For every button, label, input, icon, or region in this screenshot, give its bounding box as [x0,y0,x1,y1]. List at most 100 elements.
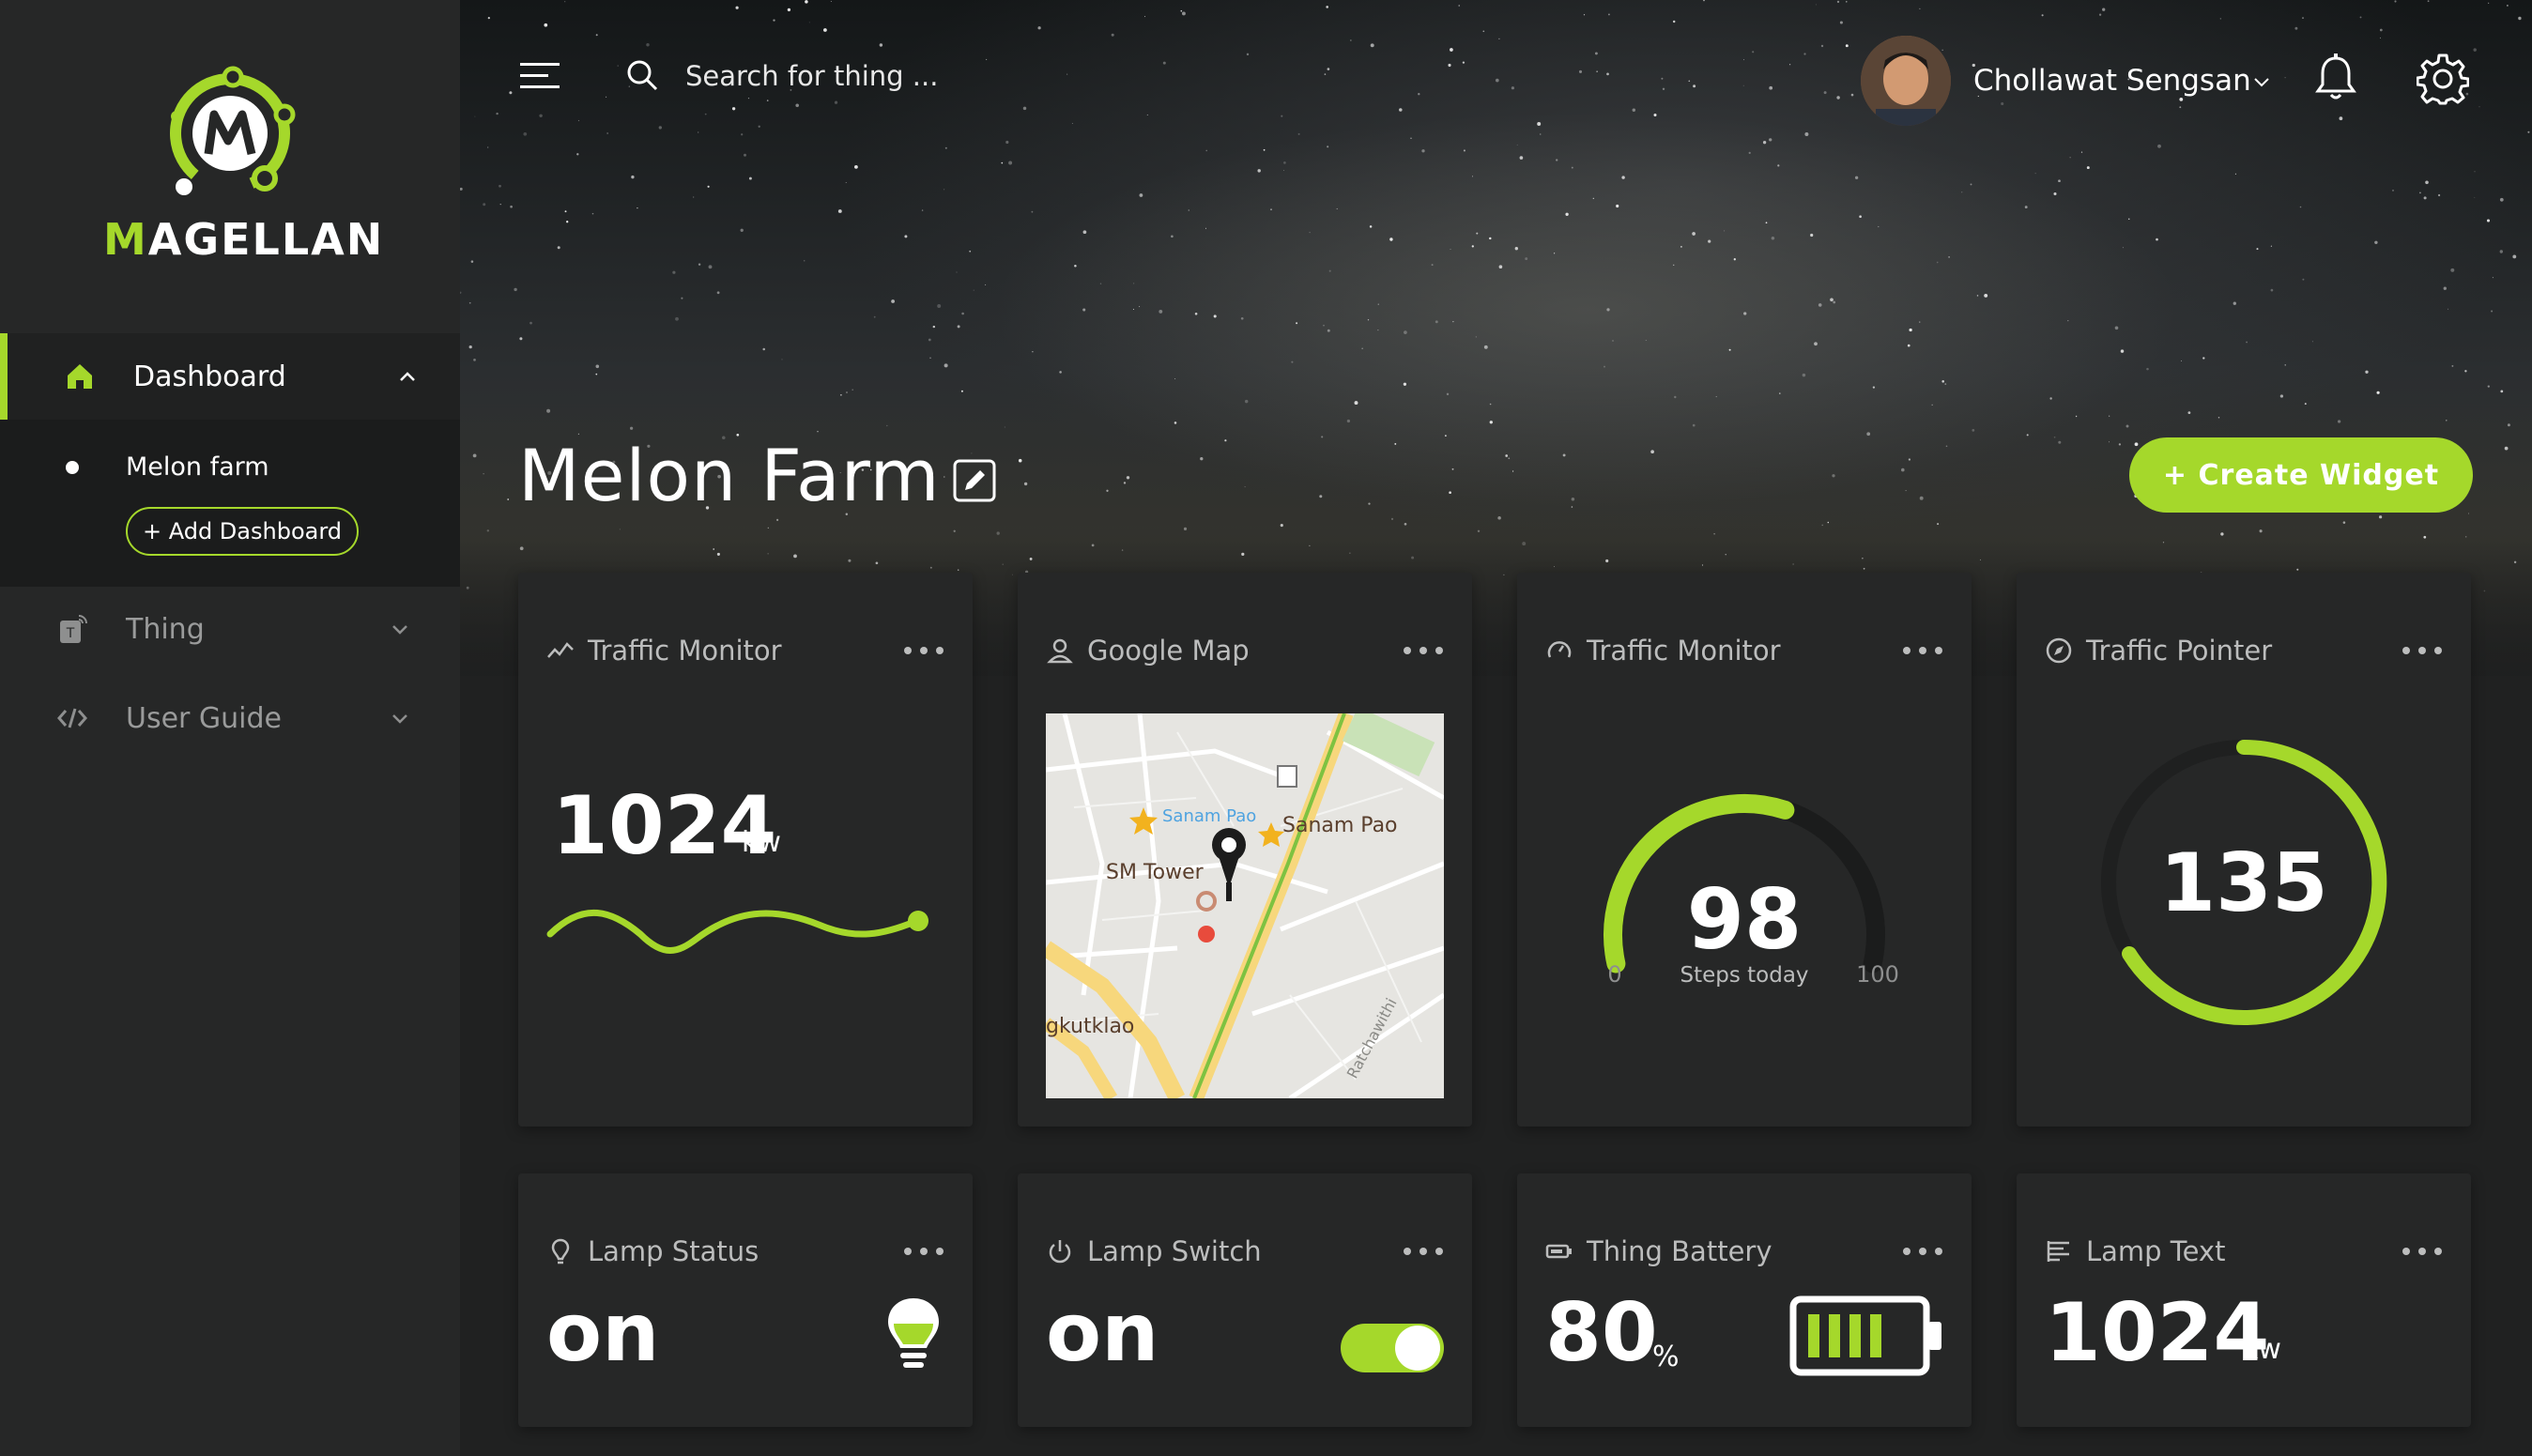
user-name[interactable]: Chollawat Sengsan [1973,64,2251,98]
sidebar-item-user-guide[interactable]: User Guide [0,676,460,760]
more-options-icon[interactable] [903,646,944,655]
bell-icon[interactable] [2313,53,2358,103]
ring-gauge: 135 [2101,739,2387,1025]
hamburger-menu-icon[interactable] [520,60,560,92]
main-content: Chollawat Sengsan Melon Farm + Create Wi… [460,0,2532,1456]
widget-lamp-switch[interactable]: Lamp Switch on [1018,1173,1472,1427]
card-title: Lamp Switch [1087,1235,1262,1267]
star [1018,458,1022,463]
star [1082,230,1087,235]
edit-icon[interactable] [952,458,997,503]
magellan-logo-icon [170,66,296,195]
star [675,316,679,321]
star [2491,310,2494,313]
star [2256,248,2259,251]
star [985,284,987,285]
active-dot [66,461,79,474]
more-options-icon[interactable] [1902,1247,1943,1256]
star [960,390,963,392]
bulb-pin-icon [551,1238,570,1264]
star [1200,457,1204,461]
star [595,364,600,369]
star [1476,232,1479,235]
search-icon[interactable] [625,58,659,92]
more-options-icon[interactable] [1403,646,1444,655]
star [1680,246,1682,248]
star [1431,264,1434,267]
star [2270,245,2272,247]
star [846,391,848,393]
star [2299,206,2302,208]
more-options-icon[interactable] [2402,1247,2443,1256]
star [1743,312,1747,315]
star [470,260,474,263]
star [2425,180,2429,185]
gauge-value: 98 [1687,871,1802,968]
star [1475,336,1477,338]
widget-traffic-pointer[interactable]: Traffic Pointer 135 [2017,573,2471,1126]
widget-unit: kw [742,826,781,859]
star [1059,371,1062,374]
chevron-up-icon[interactable] [395,364,420,389]
star [1645,340,1647,342]
widget-traffic-monitor-sparkline[interactable]: Traffic Monitor 1024 kw [518,573,973,1126]
star [2114,326,2119,330]
star [2492,277,2494,279]
star [1082,308,1086,312]
more-options-icon[interactable] [1902,646,1943,655]
card-header: Traffic Pointer [2045,635,2272,667]
widget-lamp-text[interactable]: Lamp Text 1024 kw [2017,1173,2471,1427]
more-options-icon[interactable] [2402,646,2443,655]
map-view[interactable]: Sanam Pao Sanam Pao SM Tower gkutklao Ra… [1046,713,1444,1098]
star [1377,303,1379,305]
search-input[interactable] [685,54,1080,98]
chevron-down-icon[interactable] [388,617,412,641]
widget-google-map[interactable]: Google Map Sanam Pao Sanam Pao SM Tower … [1018,573,1472,1126]
chevron-down-icon[interactable] [388,706,412,730]
widget-lamp-status[interactable]: Lamp Status on [518,1173,973,1427]
star [557,246,560,250]
star [1944,383,1947,385]
star [1972,429,1975,432]
add-dashboard-button[interactable]: + Add Dashboard [126,507,359,556]
widget-thing-battery[interactable]: Thing Battery 80 % [1517,1173,1972,1427]
chevron-down-icon[interactable] [2251,71,2272,92]
star [891,299,896,303]
star [1435,320,1438,324]
star [1866,432,1871,437]
star [969,250,972,253]
star [1621,176,1625,179]
star [1489,237,1492,240]
more-options-icon[interactable] [1403,1247,1444,1256]
star [2507,423,2510,427]
create-widget-button[interactable]: + Create Widget [2129,437,2473,513]
star [1174,377,1176,380]
star [1905,490,1907,492]
star [1715,396,1717,398]
star [2187,411,2191,415]
star [2376,391,2380,394]
star [1606,308,1610,312]
sidebar-subitem-melon-farm[interactable]: Melon farm [126,452,269,482]
star [2058,179,2061,183]
star [468,345,472,349]
brand-name: MAGELLAN [103,214,385,265]
lamp-toggle-switch[interactable] [1339,1320,1446,1376]
star [1673,264,1675,266]
star [510,205,513,208]
star [2075,415,2078,418]
brand-logo[interactable]: MAGELLAN [103,56,385,272]
star [499,184,501,188]
light-bulb-icon [888,1298,939,1368]
widget-traffic-monitor-gauge[interactable]: Traffic Monitor 98 Steps today 0 100 [1517,573,1972,1126]
gear-icon[interactable] [2417,53,2469,105]
avatar[interactable] [1861,36,1951,126]
star [1650,450,1654,454]
sidebar-item-dashboard[interactable]: Dashboard [0,333,460,420]
star [1505,454,1509,457]
star [2246,341,2248,344]
star [929,357,931,359]
more-options-icon[interactable] [903,1247,944,1256]
sidebar-item-thing[interactable]: T Thing [0,587,460,671]
widget-unit: % [1652,1341,1680,1373]
